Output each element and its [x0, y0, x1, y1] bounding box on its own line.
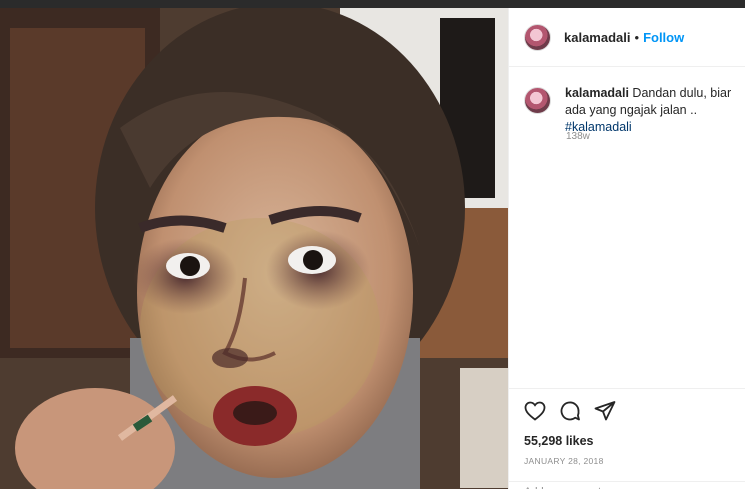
- follow-button[interactable]: Follow: [643, 30, 684, 45]
- post-side-panel: kalamadali • Follow kalamadali Dandan du…: [508, 8, 745, 489]
- caption-timestamp[interactable]: 138w: [566, 131, 590, 142]
- post-actions: 55,298 likes JANUARY 28, 2018 Add a comm…: [509, 388, 745, 489]
- caption-body: kalamadali Dandan dulu, biar ada yang ng…: [565, 85, 745, 136]
- post-header: kalamadali • Follow: [509, 8, 745, 67]
- separator-dot: •: [634, 29, 640, 45]
- share-icon[interactable]: [593, 399, 617, 423]
- heart-icon[interactable]: [523, 399, 547, 423]
- add-comment-input[interactable]: Add a comment...: [509, 481, 745, 489]
- caption-username[interactable]: kalamadali: [565, 86, 629, 100]
- action-icons: [523, 399, 617, 423]
- author-avatar[interactable]: [524, 23, 551, 51]
- post-photo[interactable]: [0, 8, 508, 489]
- author-username[interactable]: kalamadali: [564, 30, 631, 45]
- top-strip: [0, 0, 745, 8]
- comment-icon[interactable]: [558, 399, 582, 423]
- caption-avatar[interactable]: [524, 87, 551, 114]
- caption: kalamadali Dandan dulu, biar ada yang ng…: [524, 85, 745, 136]
- post-date[interactable]: JANUARY 28, 2018: [524, 456, 604, 466]
- likes-count[interactable]: 55,298 likes: [524, 434, 594, 448]
- photo-illustration: [0, 8, 508, 489]
